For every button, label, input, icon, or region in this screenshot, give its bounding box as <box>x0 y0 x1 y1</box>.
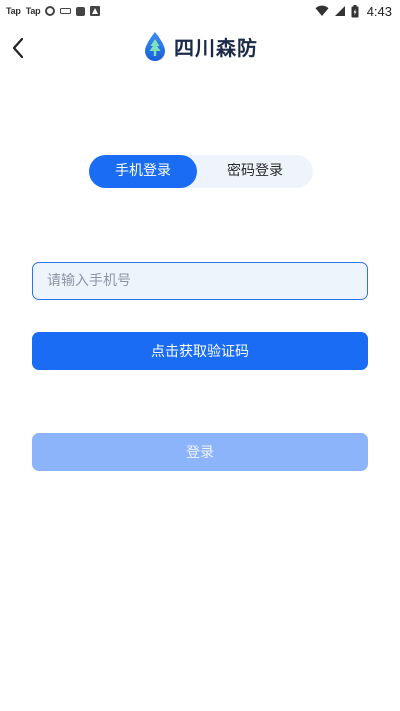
app-header: 四川森防 <box>0 26 400 70</box>
tab-password-login[interactable]: 密码登录 <box>197 155 313 188</box>
app-notification-icon <box>90 6 101 16</box>
status-bar: Tap Tap 4:43 <box>0 0 400 22</box>
status-system: 4:43 <box>315 4 400 19</box>
page-title: 四川森防 <box>174 35 258 60</box>
tap-notification-text: Tap <box>6 6 21 16</box>
login-mode-tabs: 手机登录 密码登录 <box>89 155 313 188</box>
title-group: 四川森防 <box>0 30 400 62</box>
phone-number-input[interactable] <box>32 262 368 300</box>
message-icon <box>76 6 86 16</box>
tree-drop-logo-icon <box>145 31 165 61</box>
tab-phone-login[interactable]: 手机登录 <box>89 155 197 188</box>
battery-icon <box>351 4 359 17</box>
keyboard-icon <box>60 8 72 14</box>
tap-notification-text-2: Tap <box>25 6 41 16</box>
signal-icon <box>334 6 345 16</box>
app-logo <box>142 30 168 62</box>
status-time: 4:43 <box>366 3 392 19</box>
aperture-icon <box>45 6 56 16</box>
status-notifications: Tap Tap <box>0 6 101 16</box>
login-button[interactable]: 登录 <box>32 433 368 471</box>
wifi-icon <box>315 5 329 16</box>
get-verification-code-button[interactable]: 点击获取验证码 <box>32 332 368 370</box>
